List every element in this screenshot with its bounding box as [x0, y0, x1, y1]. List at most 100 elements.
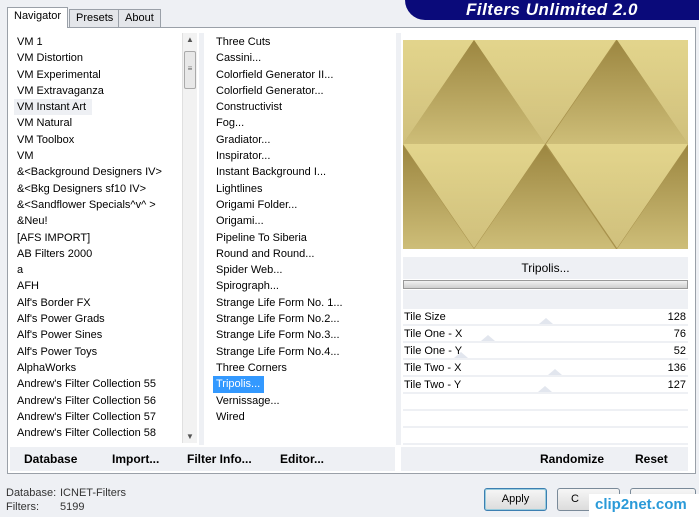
editor-button[interactable]: Editor... — [280, 452, 324, 466]
filter-item-row[interactable]: Lightlines — [213, 181, 398, 197]
filter-item-row[interactable]: Fog... — [213, 115, 398, 131]
filter-item-row[interactable]: Pipeline To Siberia — [213, 230, 398, 246]
category-item[interactable]: AFH — [14, 278, 180, 294]
filter-list[interactable]: Three Cuts Cassini... Colorfield Generator… — [213, 34, 398, 444]
filter-item-row[interactable]: Three Cuts — [213, 34, 398, 50]
apply-button[interactable]: Apply — [484, 488, 547, 511]
filter-item-row[interactable]: Gradiator... — [213, 132, 398, 148]
randomize-button[interactable]: Randomize — [540, 452, 604, 466]
category-item-row[interactable]: VM Distortion — [14, 50, 180, 66]
tab-presets[interactable]: Presets — [69, 9, 121, 28]
param-slider-0[interactable]: Tile Size 128 — [403, 309, 688, 326]
category-item-row[interactable]: Alf's Border FX — [14, 295, 180, 311]
filter-item-row[interactable]: Origami Folder... — [213, 197, 398, 213]
filter-item-row[interactable]: Wired — [213, 409, 398, 425]
param-slider-1[interactable]: Tile One - X 76 — [403, 326, 688, 343]
filter-item[interactable]: Three Corners — [213, 360, 398, 376]
slider-thumb[interactable] — [480, 335, 495, 341]
category-item-row[interactable]: &<Bkg Designers sf10 IV> — [14, 181, 180, 197]
slider-thumb[interactable] — [537, 386, 552, 392]
filter-item-row[interactable]: Strange Life Form No.3... — [213, 327, 398, 343]
filter-item-row[interactable]: Spider Web... — [213, 262, 398, 278]
filter-item-row[interactable]: Strange Life Form No. 1... — [213, 295, 398, 311]
category-item-row[interactable]: VM Extravaganza — [14, 83, 180, 99]
category-item-row[interactable]: Alf's Power Sines — [14, 327, 180, 343]
category-item[interactable]: VM — [14, 148, 180, 164]
category-item-row[interactable]: VM — [14, 148, 180, 164]
filter-item[interactable]: Inspirator... — [213, 148, 398, 164]
filter-item-row[interactable]: Cassini... — [213, 50, 398, 66]
category-item-row[interactable]: AFH — [14, 278, 180, 294]
filter-item[interactable]: Tripolis... — [213, 376, 265, 393]
filter-item[interactable]: Fog... — [213, 115, 398, 131]
import-button[interactable]: Import... — [112, 452, 159, 466]
slider-thumb[interactable] — [548, 369, 562, 375]
filter-item[interactable]: Strange Life Form No. 1... — [213, 295, 398, 311]
filter-item[interactable]: Pipeline To Siberia — [213, 230, 398, 246]
category-item[interactable]: VM 1 — [14, 34, 180, 50]
filter-item-row[interactable]: Tripolis... — [213, 376, 398, 393]
filter-item-row[interactable]: Spirograph... — [213, 278, 398, 294]
filter-item[interactable]: Strange Life Form No.2... — [213, 311, 398, 327]
filter-item-row[interactable]: Constructivist — [213, 99, 398, 115]
filter-item[interactable]: Instant Background I... — [213, 164, 398, 180]
category-item[interactable]: Andrew's Filter Collection 57 — [14, 409, 180, 425]
category-item-row[interactable]: Andrew's Filter Collection 56 — [14, 393, 180, 409]
filter-item-row[interactable]: Strange Life Form No.4... — [213, 344, 398, 360]
filter-item[interactable]: Origami Folder... — [213, 197, 398, 213]
category-scrollbar[interactable]: ▲ ≡ ▼ — [182, 33, 197, 443]
filter-item[interactable]: Three Cuts — [213, 34, 398, 50]
filter-item[interactable]: Lightlines — [213, 181, 398, 197]
filter-item[interactable]: Colorfield Generator II... — [213, 67, 398, 83]
category-item-row[interactable]: AlphaWorks — [14, 360, 180, 376]
category-item[interactable]: Alf's Power Toys — [14, 344, 180, 360]
category-item[interactable]: AlphaWorks — [14, 360, 180, 376]
category-item-row[interactable]: a — [14, 262, 180, 278]
category-item-row[interactable]: Andrew's Filter Collection 55 — [14, 376, 180, 392]
category-item[interactable]: &Neu! — [14, 213, 180, 229]
database-button[interactable]: Database — [24, 452, 77, 466]
filter-item[interactable]: Constructivist — [213, 99, 398, 115]
param-slider-2[interactable]: Tile One - Y 52 — [403, 343, 688, 360]
category-item-row[interactable]: AB Filters 2000 — [14, 246, 180, 262]
filter-item[interactable]: Colorfield Generator... — [213, 83, 398, 99]
tab-navigator[interactable]: Navigator — [7, 7, 69, 28]
filter-item[interactable]: Strange Life Form No.3... — [213, 327, 398, 343]
category-item-row[interactable]: VM Natural — [14, 115, 180, 131]
scroll-thumb[interactable]: ≡ — [184, 51, 196, 89]
filter-item-row[interactable]: Strange Life Form No.2... — [213, 311, 398, 327]
category-item[interactable]: VM Experimental — [14, 67, 180, 83]
category-item[interactable]: [AFS IMPORT] — [14, 230, 180, 246]
category-item[interactable]: Alf's Border FX — [14, 295, 180, 311]
category-item-row[interactable]: VM Instant Art — [14, 99, 180, 116]
tab-about[interactable]: About — [118, 9, 161, 28]
param-slider-4[interactable]: Tile Two - Y 127 — [403, 377, 688, 394]
scroll-down-icon[interactable]: ▼ — [186, 432, 194, 441]
category-item[interactable]: AB Filters 2000 — [14, 246, 180, 262]
filter-item-row[interactable]: Round and Round... — [213, 246, 398, 262]
category-item-row[interactable]: Andrew's Filter Collection 58 — [14, 425, 180, 441]
filter-item-row[interactable]: Three Corners — [213, 360, 398, 376]
filter-item[interactable]: Vernissage... — [213, 393, 398, 409]
category-item-row[interactable]: Alf's Power Grads — [14, 311, 180, 327]
filter-item-row[interactable]: Origami... — [213, 213, 398, 229]
category-item-row[interactable]: Andrew's Filter Collection 57 — [14, 409, 180, 425]
category-item-row[interactable]: VM Toolbox — [14, 132, 180, 148]
category-item[interactable]: Alf's Power Grads — [14, 311, 180, 327]
category-item-row[interactable]: Alf's Power Toys — [14, 344, 180, 360]
filter-item-row[interactable]: Vernissage... — [213, 393, 398, 409]
filter-item[interactable]: Spider Web... — [213, 262, 398, 278]
filter-item[interactable]: Round and Round... — [213, 246, 398, 262]
category-item[interactable]: Andrew's Filter Collection 56 — [14, 393, 180, 409]
category-item[interactable]: VM Toolbox — [14, 132, 180, 148]
category-item[interactable]: &<Bkg Designers sf10 IV> — [14, 181, 180, 197]
category-item-row[interactable]: VM Experimental — [14, 67, 180, 83]
scroll-up-icon[interactable]: ▲ — [186, 35, 194, 44]
filter-item-row[interactable]: Colorfield Generator II... — [213, 67, 398, 83]
filter-item-row[interactable]: Inspirator... — [213, 148, 398, 164]
category-item-row[interactable]: [AFS IMPORT] — [14, 230, 180, 246]
category-item[interactable]: Andrew's Filter Collection 58 — [14, 425, 180, 441]
category-item[interactable]: &<Sandflower Specials^v^ > — [14, 197, 180, 213]
filter-item[interactable]: Wired — [213, 409, 398, 425]
category-item[interactable]: Alf's Power Sines — [14, 327, 180, 343]
